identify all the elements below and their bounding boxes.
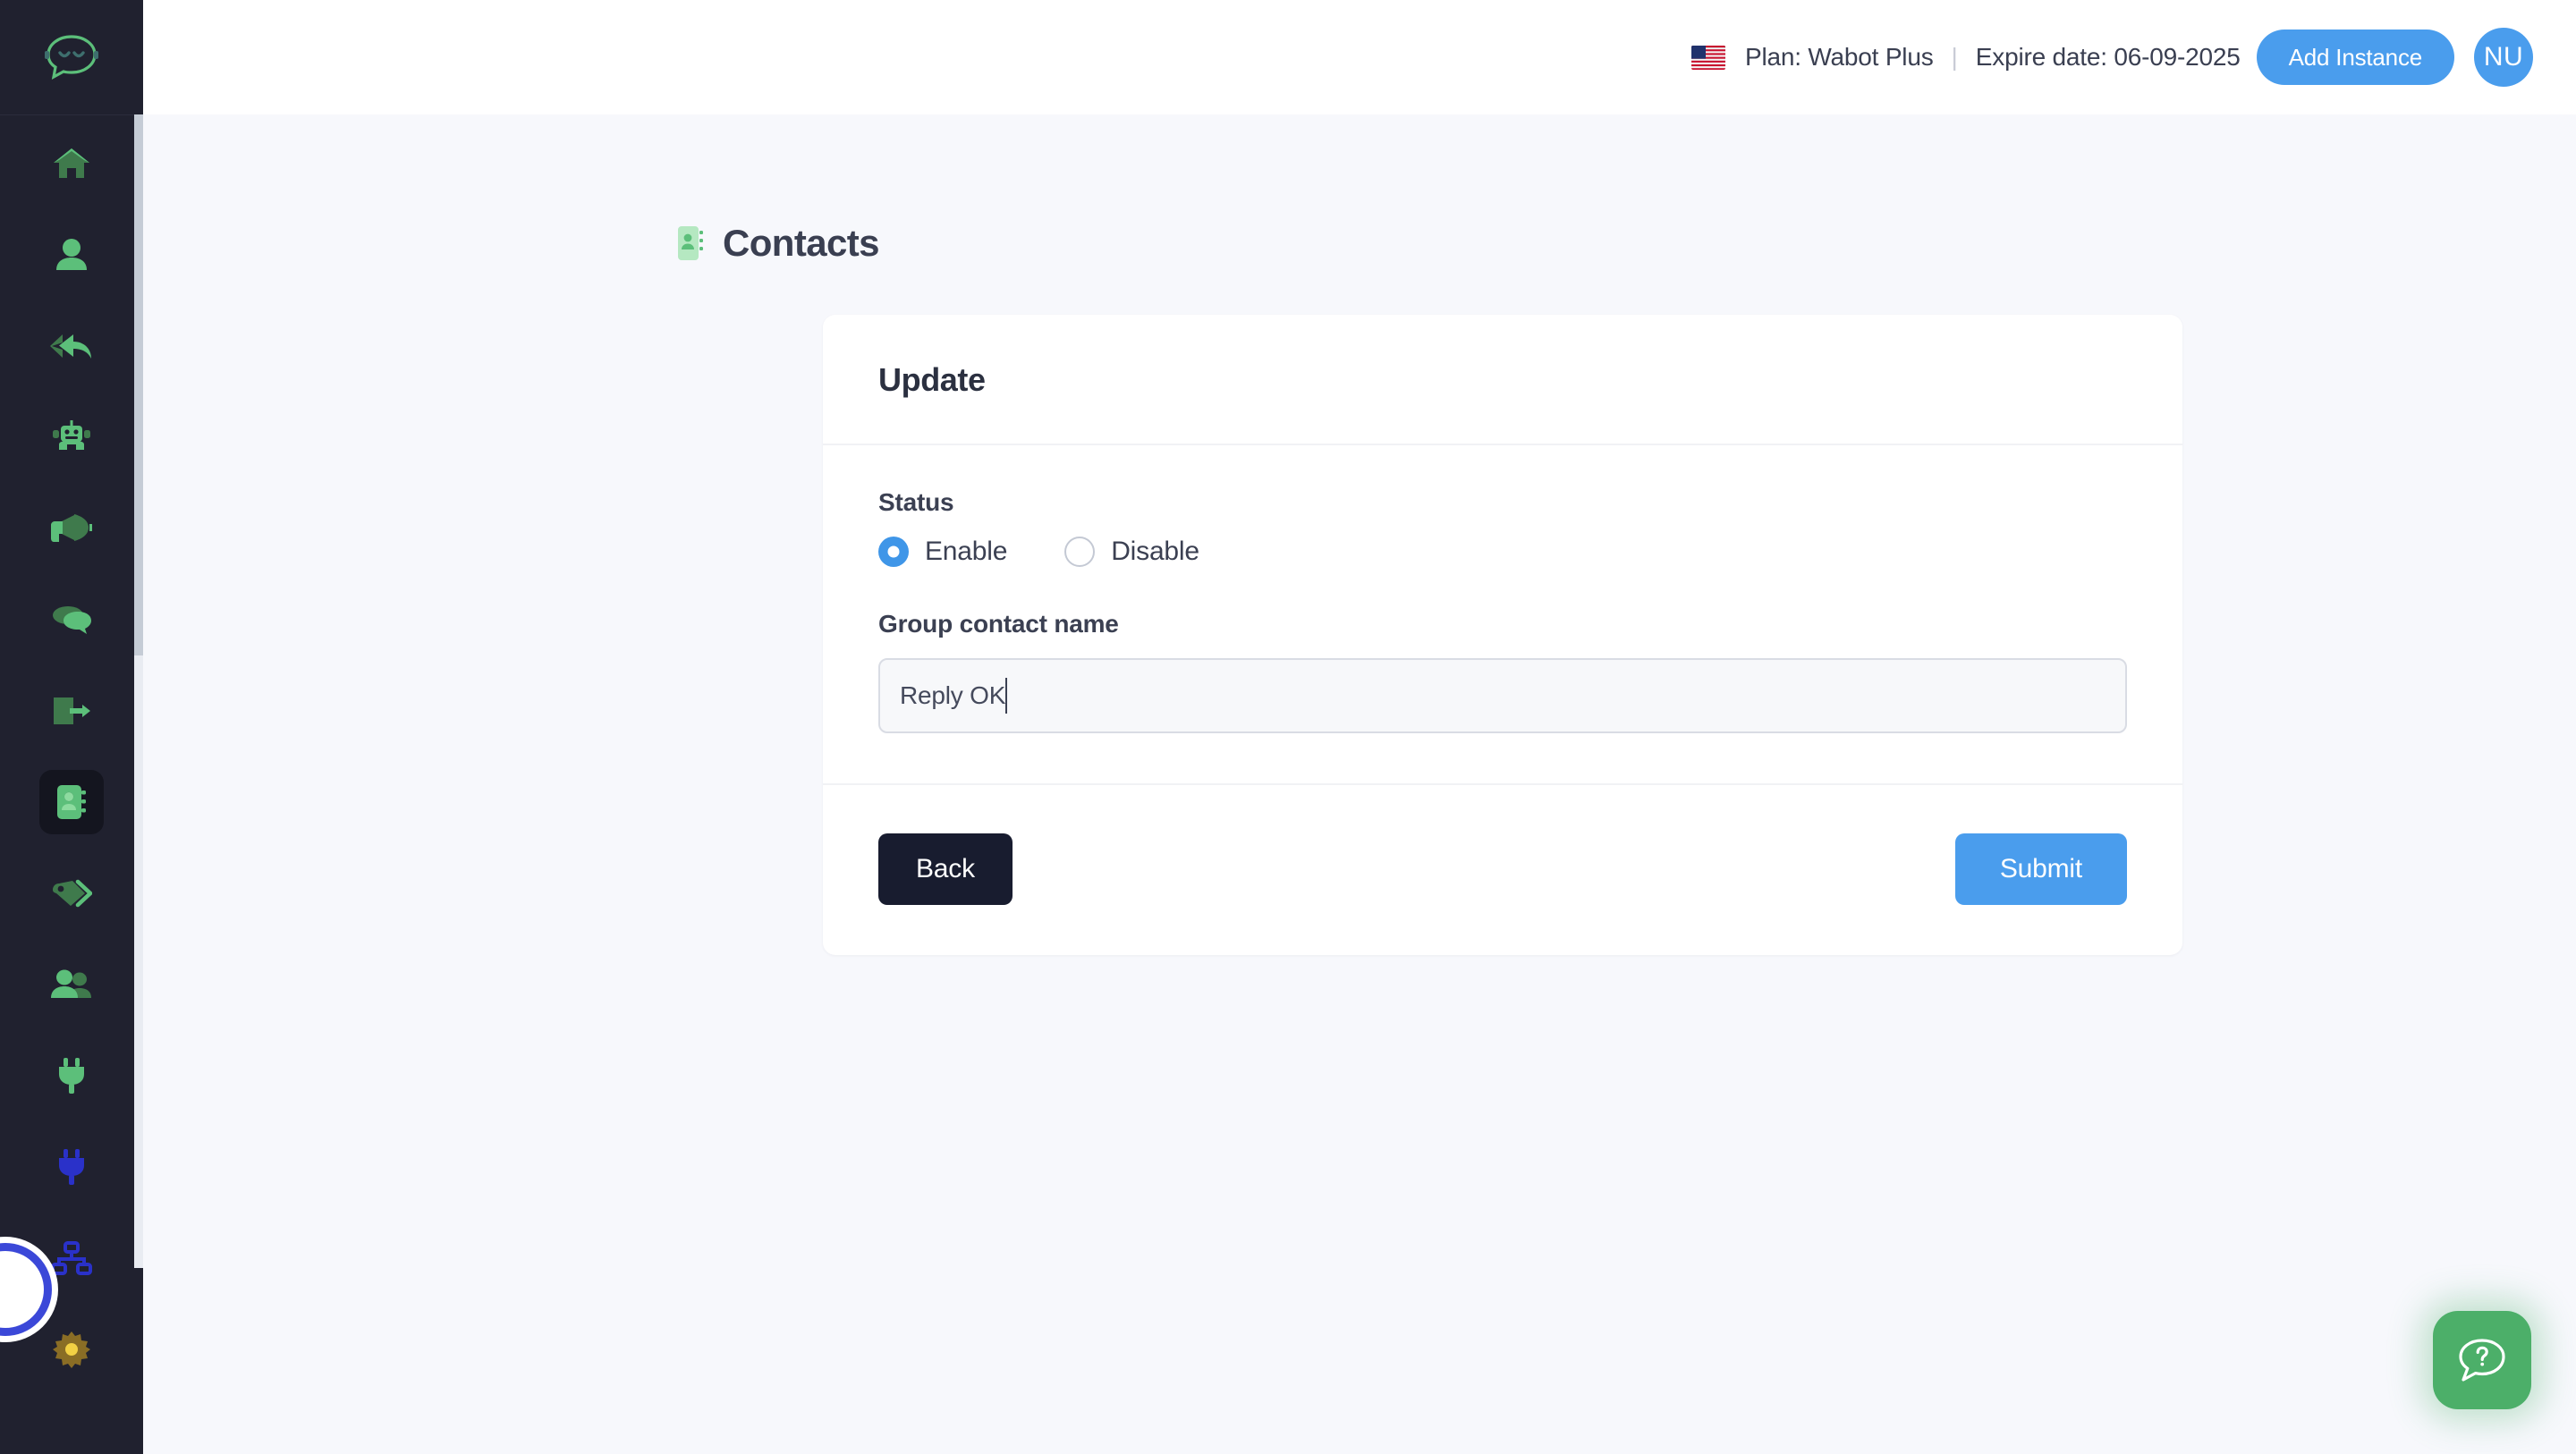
chat-bubble-logo-icon (45, 35, 98, 80)
sidebar-item-group-users[interactable] (39, 952, 104, 1017)
group-contact-name-wrap (878, 658, 2127, 733)
sidebar-nav (0, 115, 143, 1408)
sidebar-logo[interactable] (0, 0, 143, 114)
sidebar-item-megaphone[interactable] (39, 496, 104, 561)
chat-icon (53, 606, 91, 634)
us-flag-icon (1690, 45, 1725, 70)
update-card: Update Status Enable Disable Group conta… (823, 315, 2182, 955)
radio-option-enable[interactable]: Enable (878, 537, 1007, 567)
card-heading: Update (878, 361, 986, 398)
export-icon (54, 697, 90, 724)
plug-blue-icon (59, 1149, 84, 1185)
sidebar-item-plug-green[interactable] (39, 1044, 104, 1108)
radio-mark-disable[interactable] (1064, 537, 1096, 567)
plug-green-icon (59, 1058, 84, 1094)
submit-button[interactable]: Submit (1954, 833, 2127, 905)
sidebar-item-plug-blue[interactable] (39, 1135, 104, 1199)
radio-label-enable: Enable (925, 537, 1008, 566)
user-icon (56, 239, 87, 270)
sitemap-icon (51, 1241, 92, 1275)
tags-icon (53, 879, 92, 908)
topbar-group: Plan: Wabot Plus | Expire date: 06-09-20… (1690, 28, 2533, 87)
topbar: Plan: Wabot Plus | Expire date: 06-09-20… (143, 0, 2576, 114)
megaphone-icon (51, 514, 92, 542)
sidebar-item-chat[interactable] (39, 588, 104, 652)
back-button[interactable]: Back (878, 833, 1013, 905)
app-root: Plan: Wabot Plus | Expire date: 06-09-20… (0, 0, 2576, 1454)
card-footer: Back Submit (823, 785, 2182, 955)
sidebar-item-robot[interactable] (39, 405, 104, 469)
radio-option-disable[interactable]: Disable (1064, 537, 1199, 567)
avatar[interactable]: NU (2474, 28, 2533, 87)
sidebar-scrollbar-thumb[interactable] (134, 114, 143, 655)
contact-book-icon (57, 785, 86, 819)
sidebar-item-settings[interactable] (39, 1317, 104, 1382)
sidebar-item-home[interactable] (39, 131, 104, 196)
reply-all-icon (50, 334, 91, 359)
robot-icon (53, 420, 90, 450)
status-radio-group: Enable Disable (878, 537, 2127, 567)
page-header: Contacts (143, 222, 2576, 265)
main-area: Plan: Wabot Plus | Expire date: 06-09-20… (143, 0, 2576, 1454)
add-instance-button[interactable]: Add Instance (2256, 30, 2454, 85)
page-title: Contacts (723, 222, 879, 264)
radio-mark-enable[interactable] (878, 537, 909, 567)
home-icon (54, 148, 89, 178)
topbar-separator: | (1951, 43, 1958, 71)
sidebar-item-reply-all[interactable] (39, 314, 104, 378)
sidebar-item-user[interactable] (39, 223, 104, 287)
sidebar (0, 0, 143, 1454)
plan-label: Plan: Wabot Plus (1744, 43, 1934, 71)
status-label: Status (878, 488, 954, 516)
contact-book-icon (678, 226, 703, 260)
sidebar-item-contacts[interactable] (39, 770, 104, 834)
help-chat-icon (2459, 1339, 2505, 1382)
expire-date-label: Expire date: 06-09-2025 (1975, 43, 2241, 71)
card-header: Update (823, 315, 2182, 444)
help-chat-button[interactable] (2433, 1311, 2531, 1409)
gear-icon (53, 1331, 90, 1368)
card-body: Status Enable Disable Group contact name (823, 445, 2182, 783)
group-contact-name-label: Group contact name (878, 610, 1119, 638)
group-users-icon (51, 969, 91, 998)
sidebar-item-export[interactable] (39, 679, 104, 743)
content: Contacts Update Status Enable Disable Gr… (143, 222, 2576, 955)
text-caret (1005, 678, 1007, 714)
group-contact-name-input[interactable] (878, 658, 2127, 733)
sidebar-item-tags[interactable] (39, 861, 104, 926)
radio-label-disable: Disable (1111, 537, 1199, 566)
